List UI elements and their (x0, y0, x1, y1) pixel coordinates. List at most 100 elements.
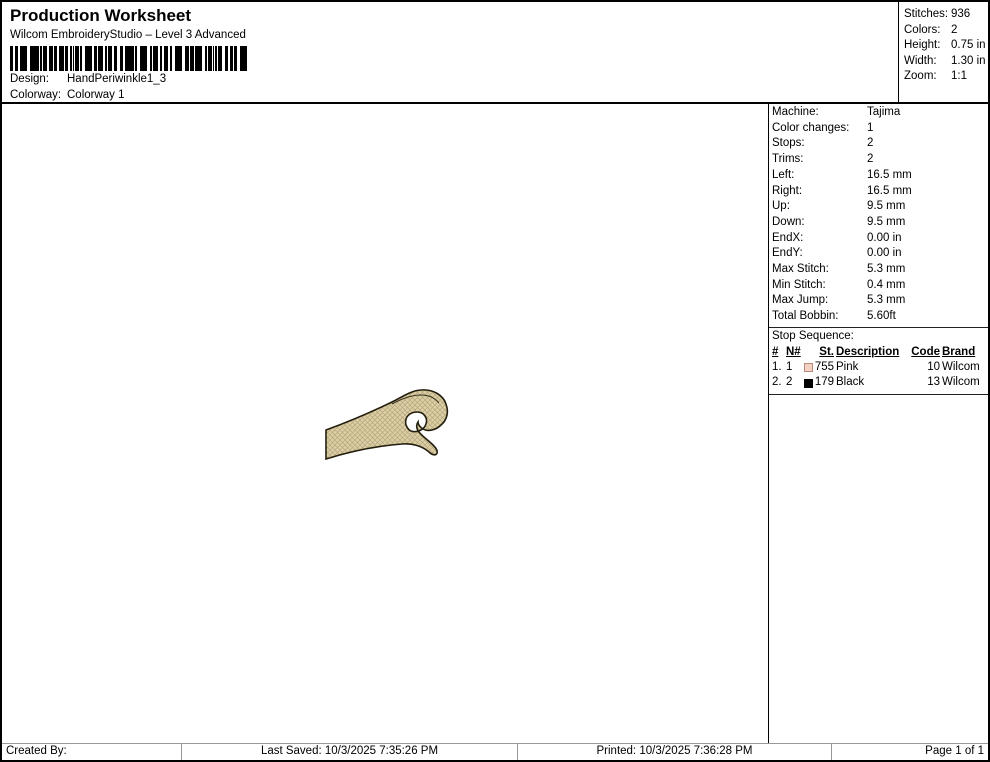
summary-value: 2 (951, 23, 958, 36)
machine-detail-value: 16.5 mm (867, 184, 912, 197)
thread-color-swatch (803, 363, 813, 373)
machine-detail-row: Stops: 2 (772, 136, 988, 152)
machine-detail-row: Left: 16.5 mm (772, 168, 988, 184)
machine-detail-row: Up: 9.5 mm (772, 199, 988, 215)
colorway-label: Colorway: (10, 89, 62, 101)
machine-detail-row: Max Stitch: 5.3 mm (772, 262, 988, 278)
stop-sequence-rows: 1. 1 755 Pink 10 Wilcom 2. 2 179 Black 1… (772, 360, 988, 391)
header-strip: Production Worksheet Wilcom EmbroiderySt… (2, 2, 988, 104)
summary-value: 1.30 in (951, 54, 986, 67)
summary-value: 936 (951, 8, 971, 20)
machine-detail-rows: Machine: Tajima Color changes: 1 Stops: … (769, 104, 988, 327)
col-header-num: # (772, 345, 779, 358)
page-number: Page 1 of 1 (925, 745, 984, 757)
cell-brand: Wilcom (942, 360, 980, 373)
machine-detail-value: 1 (867, 121, 874, 134)
machine-detail-value: 5.3 mm (867, 263, 906, 276)
footer-bar: Created By: Last Saved: 10/3/2025 7:35:2… (2, 743, 988, 760)
cell-code: 10 (927, 360, 940, 373)
machine-detail-value: 9.5 mm (867, 200, 906, 213)
machine-detail-row: Color changes: 1 (772, 121, 988, 137)
created-by-label: Created By: (2, 744, 182, 760)
machine-detail-value: 16.5 mm (867, 168, 912, 181)
machine-detail-value: 5.3 mm (867, 294, 906, 307)
panel-divider (769, 393, 988, 395)
machine-detail-value: 9.5 mm (867, 215, 906, 228)
machine-detail-row: EndY: 0.00 in (772, 246, 988, 262)
machine-detail-row: Max Jump: 5.3 mm (772, 293, 988, 309)
machine-detail-value: Tajima (867, 106, 901, 118)
machine-detail-value: 0.00 in (867, 231, 902, 244)
machine-detail-label: Max Stitch: (772, 263, 829, 276)
col-header-stitches: St. (819, 345, 834, 358)
cell-stitch-count: 179 (814, 376, 834, 389)
summary-label: Zoom: (904, 70, 937, 83)
machine-detail-row: Down: 9.5 mm (772, 215, 988, 231)
cell-num: 2. (772, 376, 782, 389)
machine-detail-label: Right: (772, 184, 803, 197)
summary-value: 0.75 in (951, 39, 986, 52)
machine-detail-label: Color changes: (772, 121, 850, 134)
cell-stitch-count: 755 (814, 360, 834, 373)
machine-detail-row: Total Bobbin: 5.60ft (772, 309, 988, 325)
cell-description: Pink (836, 360, 859, 373)
machine-detail-row: Right: 16.5 mm (772, 184, 988, 200)
machine-detail-value: 0.4 mm (867, 278, 906, 291)
machine-detail-label: Up: (772, 200, 790, 213)
hand-shape-texture (326, 389, 448, 459)
stop-sequence-table: # N# St. Description Code Brand 1. 1 755… (769, 345, 988, 394)
col-header-needle: N# (786, 345, 801, 358)
machine-detail-label: Down: (772, 215, 805, 228)
main-row: Machine: Tajima Color changes: 1 Stops: … (2, 104, 988, 743)
cell-brand: Wilcom (942, 376, 980, 389)
design-row: Design: HandPeriwinkle1_3 (10, 71, 890, 87)
barcode-image (10, 46, 247, 71)
cell-code: 13 (927, 376, 940, 389)
design-canvas (2, 104, 768, 743)
machine-detail-value: 5.60ft (867, 310, 896, 323)
machine-detail-label: Total Bobbin: (772, 310, 839, 323)
col-header-brand: Brand (942, 345, 976, 358)
machine-detail-value: 0.00 in (867, 247, 902, 260)
machine-detail-value: 2 (867, 153, 874, 166)
app-name-subtitle: Wilcom EmbroideryStudio – Level 3 Advanc… (10, 29, 246, 41)
last-saved-text: Last Saved: 10/3/2025 7:35:26 PM (182, 744, 518, 760)
stop-sequence-header-row: # N# St. Description Code Brand (772, 345, 988, 360)
stop-sequence-label: Stop Sequence: (772, 329, 854, 342)
summary-row: Stitches: 936 (904, 7, 988, 23)
header: Production Worksheet Wilcom EmbroiderySt… (2, 2, 898, 102)
summary-row: Width: 1.30 in (904, 54, 988, 70)
machine-detail-label: Stops: (772, 137, 805, 150)
thread-color-swatch (803, 378, 813, 388)
summary-label: Stitches: (904, 8, 949, 20)
machine-detail-label: Left: (772, 168, 795, 181)
machine-detail-row: Machine: Tajima (772, 105, 988, 121)
machine-detail-label: EndY: (772, 247, 803, 260)
stop-sequence-row: 2. 2 179 Black 13 Wilcom (772, 375, 988, 390)
colorway-value: Colorway 1 (67, 89, 125, 101)
cell-description: Black (836, 376, 865, 389)
summary-label: Width: (904, 54, 937, 67)
summary-row: Zoom: 1:1 (904, 69, 988, 85)
summary-value: 1:1 (951, 70, 967, 83)
cell-needle: 1 (786, 360, 793, 373)
summary-label: Height: (904, 39, 941, 52)
machine-detail-value: 2 (867, 137, 874, 150)
machine-detail-row: Trims: 2 (772, 152, 988, 168)
machine-detail-row: EndX: 0.00 in (772, 231, 988, 247)
summary-label: Colors: (904, 23, 941, 36)
page-title: Production Worksheet (10, 6, 192, 25)
cell-stitches: 179 (803, 375, 834, 390)
machine-detail-row: Min Stitch: 0.4 mm (772, 278, 988, 294)
cell-needle: 2 (786, 376, 793, 389)
cell-num: 1. (772, 360, 782, 373)
production-worksheet-page: Production Worksheet Wilcom EmbroiderySt… (0, 0, 990, 762)
design-label: Design: (10, 73, 49, 85)
machine-detail-label: Max Jump: (772, 294, 829, 307)
col-header-code: Code (911, 345, 940, 358)
machine-detail-label: EndX: (772, 231, 804, 244)
summary-row: Colors: 2 (904, 23, 988, 39)
cell-stitches: 755 (803, 360, 834, 375)
machine-detail-label: Machine: (772, 106, 819, 118)
stop-sequence-row: 1. 1 755 Pink 10 Wilcom (772, 360, 988, 375)
